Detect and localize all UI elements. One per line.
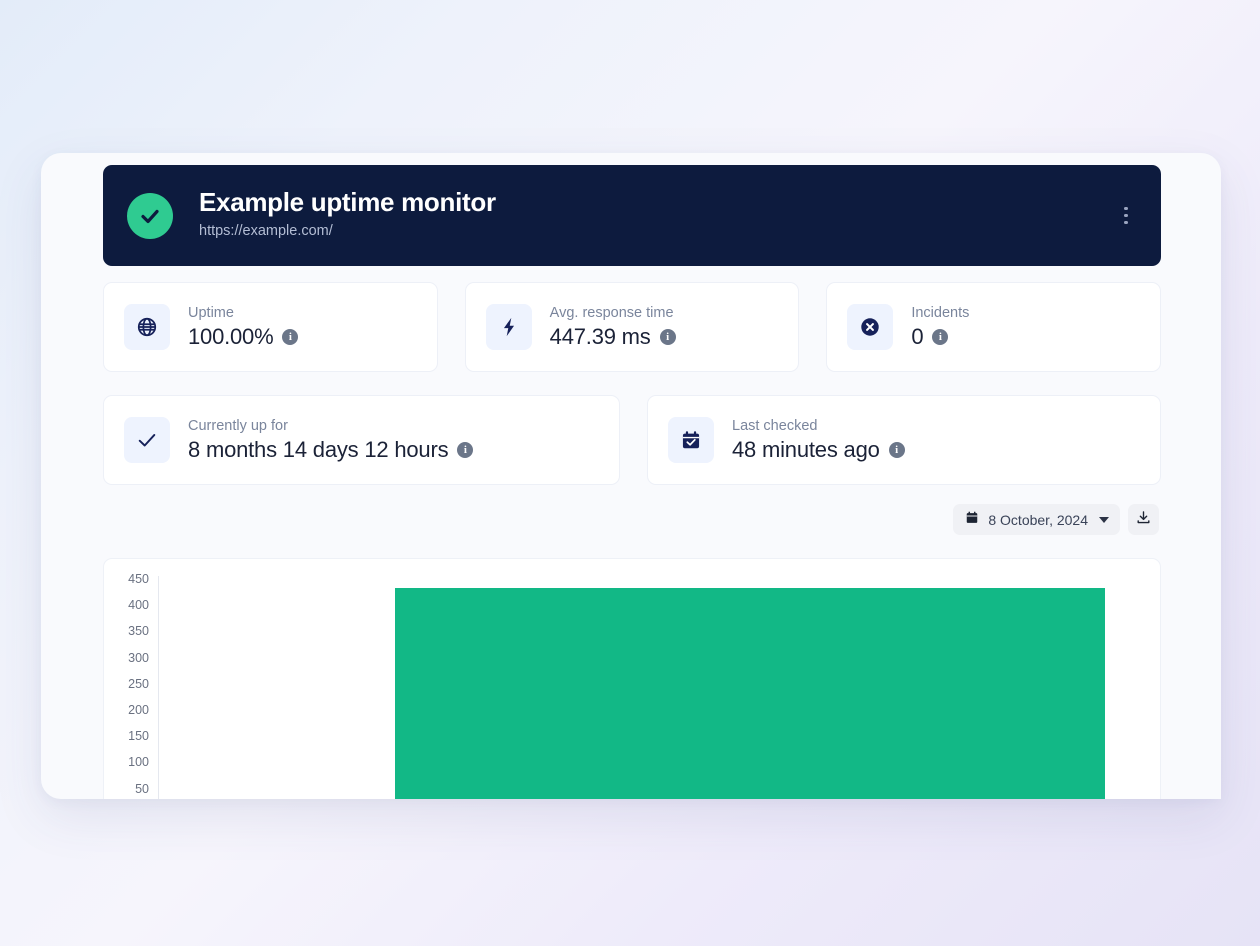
chart-bar[interactable] bbox=[394, 587, 1105, 799]
stat-label: Uptime bbox=[188, 304, 234, 321]
stats-row-secondary: Currently up for 8 months 14 days 12 hou… bbox=[103, 395, 1161, 485]
chart-y-axis: 450 400 350 300 250 200 150 100 50 bbox=[104, 573, 158, 799]
chart-toolbar: 8 October, 2024 bbox=[953, 504, 1159, 535]
check-icon bbox=[124, 417, 170, 463]
calendar-check-icon bbox=[668, 417, 714, 463]
info-icon[interactable]: i bbox=[457, 442, 474, 459]
y-axis-tick: 450 bbox=[128, 571, 149, 586]
monitor-dashboard-card: Example uptime monitor https://example.c… bbox=[41, 153, 1221, 799]
globe-icon bbox=[124, 304, 170, 350]
stat-card-response-time: Avg. response time 447.39 ms i bbox=[464, 282, 800, 372]
monitor-url[interactable]: https://example.com/ bbox=[199, 221, 1113, 243]
monitor-header: Example uptime monitor https://example.c… bbox=[103, 165, 1161, 266]
stats-row-primary: Uptime 100.00% i Avg. response time 447.… bbox=[103, 282, 1162, 372]
download-icon bbox=[1136, 510, 1151, 530]
date-range-picker[interactable]: 8 October, 2024 bbox=[953, 504, 1120, 535]
monitor-name: Example uptime monitor bbox=[199, 187, 496, 218]
y-axis-tick: 400 bbox=[128, 597, 149, 612]
response-time-chart: 450 400 350 300 250 200 150 100 50 bbox=[103, 558, 1161, 799]
info-icon[interactable]: i bbox=[659, 329, 676, 346]
stat-card-incidents: Incidents 0 i bbox=[826, 282, 1162, 372]
y-axis-tick: 100 bbox=[128, 755, 149, 770]
monitor-title-block: Example uptime monitor https://example.c… bbox=[199, 187, 1113, 243]
download-button[interactable] bbox=[1128, 504, 1159, 535]
calendar-icon bbox=[965, 510, 979, 530]
stat-label: Currently up for bbox=[188, 417, 288, 434]
stat-value: 0 bbox=[911, 324, 924, 350]
date-picker-label: 8 October, 2024 bbox=[988, 511, 1088, 528]
y-axis-tick: 250 bbox=[128, 676, 149, 691]
y-axis-tick: 350 bbox=[128, 624, 149, 639]
y-axis-tick: 300 bbox=[128, 650, 149, 665]
info-icon[interactable]: i bbox=[282, 329, 299, 346]
stat-label: Incidents bbox=[911, 304, 970, 321]
stat-label: Avg. response time bbox=[549, 304, 674, 321]
kebab-menu-icon[interactable] bbox=[1113, 201, 1139, 231]
stat-value: 48 minutes ago bbox=[732, 437, 880, 463]
info-icon[interactable]: i bbox=[888, 442, 905, 459]
status-up-indicator bbox=[127, 192, 173, 239]
x-circle-icon bbox=[847, 304, 894, 350]
chevron-down-icon bbox=[1099, 516, 1109, 523]
stat-value: 447.39 ms bbox=[549, 324, 651, 350]
y-axis-tick: 200 bbox=[128, 702, 149, 717]
y-axis-tick: 150 bbox=[128, 728, 149, 743]
stat-card-uptime: Uptime 100.00% i bbox=[103, 282, 438, 372]
stat-label: Last checked bbox=[732, 417, 818, 434]
chart-plot-area bbox=[159, 576, 1160, 799]
check-circle-icon bbox=[138, 204, 162, 228]
bolt-icon bbox=[485, 304, 532, 350]
stat-value: 8 months 14 days 12 hours bbox=[188, 437, 449, 463]
stat-card-currently-up-for: Currently up for 8 months 14 days 12 hou… bbox=[103, 395, 620, 485]
stat-value: 100.00% bbox=[188, 324, 274, 350]
stat-card-last-checked: Last checked 48 minutes ago i bbox=[647, 395, 1161, 485]
y-axis-tick: 50 bbox=[135, 781, 149, 796]
info-icon[interactable]: i bbox=[932, 329, 949, 346]
